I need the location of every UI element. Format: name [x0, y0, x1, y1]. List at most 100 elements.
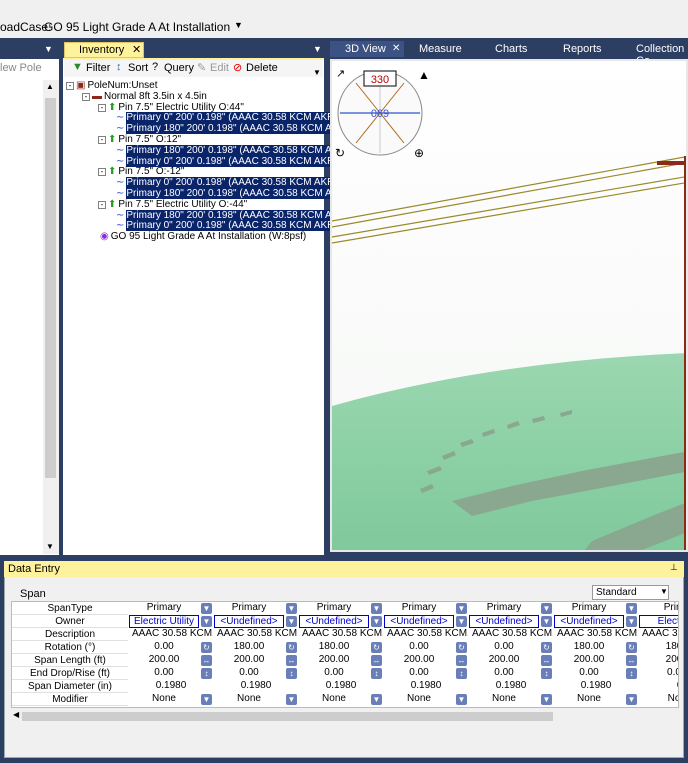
grid-cell[interactable]: 0.1980 — [554, 680, 638, 693]
grid-cell[interactable]: Electric — [639, 615, 678, 628]
length-icon[interactable]: ↔ — [541, 655, 552, 666]
tree-node[interactable]: - ▬ Normal 8ft 3.5in x 4.5in — [82, 91, 207, 102]
grid-cell[interactable]: 200.00 — [554, 654, 624, 667]
dropdown-icon[interactable]: ▼ — [371, 603, 382, 614]
grid-cell[interactable]: 0.00 — [469, 641, 539, 654]
pole[interactable] — [684, 156, 688, 552]
tree-node[interactable]: - ⬆ Pin 7.5" Electric Utility O:-44" — [98, 199, 247, 210]
3d-viewport[interactable]: 330 069 ▲ ↗ ↻ ⊕ — [330, 59, 688, 552]
grid-cell[interactable]: Primary — [469, 602, 539, 615]
grid-cell[interactable]: <Undefined> — [384, 615, 454, 628]
dropdown-icon[interactable]: ▼ — [456, 616, 467, 627]
chevron-down-icon[interactable]: ▼ — [234, 20, 243, 30]
length-icon[interactable]: ↔ — [456, 655, 467, 666]
grid-cell[interactable]: AAAC 30.58 KCM... — [384, 628, 468, 641]
tab-3d-view-label[interactable]: 3D View — [345, 43, 386, 55]
grid-cell[interactable]: None — [384, 693, 454, 706]
length-icon[interactable]: ↔ — [371, 655, 382, 666]
pin-icon[interactable]: ⊥ — [670, 562, 678, 573]
dropdown-icon[interactable]: ▼ — [456, 603, 467, 614]
grid-cell[interactable]: 0.00 — [384, 667, 454, 680]
grid-cell[interactable]: None — [554, 693, 624, 706]
grid-cell[interactable]: Primary — [384, 602, 454, 615]
new-pole-button[interactable]: lew Pole — [0, 62, 42, 74]
grid-cell[interactable]: 200.00 — [214, 654, 284, 667]
mode-select[interactable]: Standard — [592, 585, 669, 600]
tree-toggle-icon[interactable]: - — [82, 92, 90, 101]
chevron-down-icon[interactable]: ▼ — [660, 587, 668, 596]
grid-cell[interactable]: 200.00 — [469, 654, 539, 667]
tree-toggle-icon[interactable]: - — [98, 200, 106, 209]
grid-cell[interactable]: 0.1980 — [469, 680, 553, 693]
grid-cell[interactable]: <Undefined> — [299, 615, 369, 628]
dropdown-icon[interactable]: ▼ — [456, 694, 467, 705]
dropdown-icon[interactable]: ▼ — [201, 694, 212, 705]
grid-cell[interactable]: <Undefined> — [554, 615, 624, 628]
zoom-icon[interactable]: ⊕ — [414, 146, 424, 160]
grid-cell[interactable]: Primary — [299, 602, 369, 615]
tree-node[interactable]: - ⬆ Pin 7.5" O:12" — [98, 134, 181, 145]
dropdown-icon[interactable]: ▼ — [313, 44, 322, 54]
tab-charts[interactable]: Charts — [495, 43, 527, 55]
tree-node[interactable]: ∼ Primary 180" 200' 0.198" (AAAC 30.58 KC… — [114, 209, 339, 221]
tree-toggle-icon[interactable]: - — [66, 82, 74, 90]
grid-cell[interactable]: 200 — [639, 654, 678, 667]
dropdown-icon[interactable]: ▼ — [626, 616, 637, 627]
tree-node[interactable]: - ⬆ Pin 7.5" O:-12" — [98, 166, 184, 177]
grid-cell[interactable]: 200.00 — [384, 654, 454, 667]
grid-cell[interactable]: 0.1980 — [299, 680, 383, 693]
tree-node[interactable]: ◉ GO 95 Light Grade A At Installation (W:… — [98, 231, 306, 242]
tab-reports[interactable]: Reports — [563, 43, 602, 55]
rotate-icon[interactable]: ↻ — [541, 642, 552, 653]
tree-node[interactable]: ∼ Primary 0" 200' 0.198" (AAAC 30.58 KCM … — [114, 177, 343, 189]
grid-cell[interactable]: 180 — [639, 641, 678, 654]
dropdown-icon[interactable]: ▼ — [541, 603, 552, 614]
dropdown-icon[interactable]: ▼ — [541, 694, 552, 705]
length-icon[interactable]: ↔ — [201, 655, 212, 666]
tree-node[interactable]: - ⬆ Pin 7.5" Electric Utility O:44" — [98, 102, 244, 113]
scroll-left-icon[interactable]: ◀ — [13, 710, 19, 719]
drop-rise-icon[interactable]: ↕ — [371, 668, 382, 679]
grid-cell[interactable]: 180.00 — [214, 641, 284, 654]
grid-cell[interactable]: Primary — [214, 602, 284, 615]
delete-icon[interactable]: ⊘ — [233, 61, 242, 74]
grid-cell[interactable]: None — [469, 693, 539, 706]
grid-cell[interactable]: <Undefined> — [214, 615, 284, 628]
dropdown-icon[interactable]: ▼ — [371, 616, 382, 627]
drop-rise-icon[interactable]: ↕ — [626, 668, 637, 679]
grid-cell[interactable]: No — [639, 693, 678, 706]
drop-rise-icon[interactable]: ↕ — [456, 668, 467, 679]
grid-cell[interactable]: 0.00 — [214, 667, 284, 680]
grid-cell[interactable]: AAAC 30.58 KCM... — [554, 628, 638, 641]
north-arrow-icon[interactable]: ▲ — [418, 68, 430, 82]
tree-node[interactable]: ∼ Primary 180" 200' 0.198" (AAAC 30.58 KC… — [114, 188, 339, 199]
grid-cell[interactable]: 0.00 — [129, 641, 199, 654]
tree-toggle-icon[interactable]: - — [98, 168, 106, 177]
rotate-icon[interactable]: ↻ — [201, 642, 212, 653]
dropdown-icon[interactable]: ▼ — [286, 616, 297, 627]
grid-cell[interactable]: 0.1980 — [129, 680, 213, 693]
dropdown-icon[interactable]: ▼ — [541, 616, 552, 627]
rotate-icon[interactable]: ↻ — [456, 642, 467, 653]
scrollbar-thumb[interactable] — [22, 712, 553, 721]
grid-cell[interactable]: None — [214, 693, 284, 706]
grid-cell[interactable]: 180.00 — [554, 641, 624, 654]
grid-cell[interactable]: Primary — [554, 602, 624, 615]
tree-node[interactable]: ∼ Primary 180" 200' 0.198" (AAAC 30.58 KC… — [114, 123, 339, 135]
rotate-icon[interactable]: ↻ — [286, 642, 297, 653]
dropdown-icon[interactable]: ▼ — [286, 694, 297, 705]
grid-cell[interactable]: 0.00 — [299, 667, 369, 680]
grid-cell[interactable]: 0.00 — [384, 641, 454, 654]
grid-cell[interactable]: AAAC 30.58 KCM... — [299, 628, 383, 641]
grid-cell[interactable]: Primary — [129, 602, 199, 615]
scroll-down-icon[interactable]: ▼ — [46, 542, 54, 551]
rotate-icon[interactable]: ↻ — [626, 642, 637, 653]
grid-cell[interactable]: Electric Utility — [129, 615, 199, 628]
sort-icon[interactable]: ↕ — [116, 61, 122, 73]
grid-cell[interactable]: 200.00 — [129, 654, 199, 667]
dropdown-icon[interactable]: ▼ — [44, 44, 53, 54]
pan-icon[interactable]: ↗ — [336, 68, 345, 80]
toolbar-overflow-icon[interactable]: ▼ — [313, 68, 321, 77]
dropdown-icon[interactable]: ▼ — [626, 694, 637, 705]
grid-cell[interactable]: Prim — [639, 602, 678, 615]
